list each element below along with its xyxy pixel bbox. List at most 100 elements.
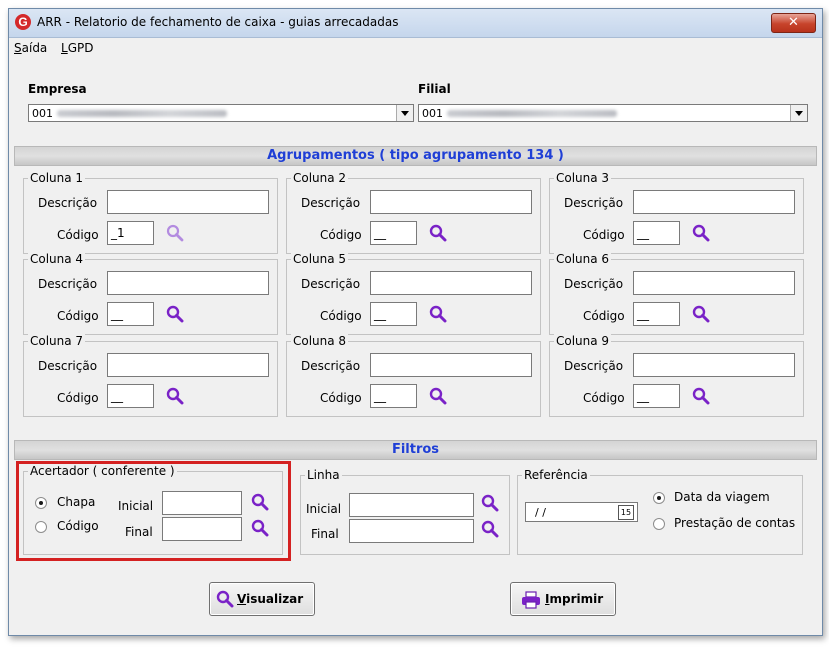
descricao-input[interactable] [107, 353, 269, 377]
chevron-down-icon[interactable] [790, 105, 807, 121]
descricao-input[interactable] [633, 353, 795, 377]
column-group-2: Coluna 2 Descrição Código __ [286, 171, 541, 254]
menu-saida-label: aída [21, 41, 48, 55]
column-title: Coluna 1 [28, 171, 86, 185]
descricao-label: Descrição [301, 359, 361, 373]
app-logo-icon: G [15, 14, 31, 30]
menu-saida[interactable]: Saída [14, 41, 47, 55]
magnifier-icon[interactable] [692, 224, 710, 242]
descricao-label: Descrição [301, 196, 361, 210]
codigo-label: Código [57, 391, 99, 405]
agrupamentos-header-text: Agrupamentos ( tipo agrupamento 134 ) [267, 148, 564, 163]
calendar-icon[interactable]: 15 [618, 505, 634, 520]
magnifier-icon[interactable] [692, 305, 710, 323]
radio-data-viagem-label: Data da viagem [674, 490, 770, 504]
magnifier-icon[interactable] [692, 387, 710, 405]
column-title: Coluna 3 [554, 171, 612, 185]
column-group-7: Coluna 7 Descrição Código __ [23, 334, 278, 417]
empresa-label: Empresa [28, 82, 87, 96]
app-window: G ARR - Relatorio de fechamento de caixa… [8, 8, 823, 636]
descricao-input[interactable] [107, 271, 269, 295]
menu-lgpd-accel: L [61, 41, 68, 55]
codigo-input[interactable]: __ [107, 384, 154, 408]
codigo-input[interactable]: __ [370, 384, 417, 408]
referencia-date-input[interactable]: / / 15 [525, 502, 638, 522]
empresa-select[interactable]: 001 [28, 104, 414, 122]
codigo-input[interactable]: __ [107, 302, 154, 326]
descricao-label: Descrição [564, 359, 624, 373]
descricao-label: Descrição [38, 277, 98, 291]
column-title: Coluna 4 [28, 252, 86, 266]
visualizar-button[interactable]: Visualizar [209, 582, 315, 616]
magnifier-icon[interactable] [166, 305, 184, 323]
menu-saida-accel: S [14, 41, 22, 55]
codigo-input[interactable]: __ [370, 302, 417, 326]
radio-prestacao-label: Prestação de contas [674, 516, 796, 530]
column-title: Coluna 7 [28, 334, 86, 348]
column-title: Coluna 5 [291, 252, 349, 266]
descricao-input[interactable] [370, 271, 532, 295]
column-title: Coluna 2 [291, 171, 349, 185]
codigo-input[interactable]: __ [633, 384, 680, 408]
filtros-header-text: Filtros [391, 442, 440, 457]
empresa-redacted [57, 110, 227, 117]
magnifier-icon[interactable] [166, 224, 184, 242]
linha-inicial-input[interactable] [349, 493, 474, 517]
descricao-input[interactable] [633, 190, 795, 214]
radio-data-viagem[interactable] [653, 492, 665, 504]
menu-lgpd-label: GPD [67, 41, 94, 55]
codigo-label: Código [583, 309, 625, 323]
descricao-label: Descrição [564, 196, 624, 210]
agrupamentos-header: Agrupamentos ( tipo agrupamento 134 ) [14, 146, 817, 166]
column-group-8: Coluna 8 Descrição Código __ [286, 334, 541, 417]
referencia-legend: Referência [522, 468, 590, 482]
descricao-label: Descrição [564, 277, 624, 291]
column-title: Coluna 8 [291, 334, 349, 348]
magnifier-icon[interactable] [481, 494, 499, 512]
linha-inicial-label: Inicial [306, 502, 342, 516]
radio-prestacao[interactable] [653, 518, 665, 530]
printer-icon [522, 591, 540, 609]
codigo-input[interactable]: __ [633, 221, 680, 245]
empresa-value: 001 [32, 107, 53, 120]
close-button[interactable]: ✕ [771, 13, 816, 33]
imprimir-label: Imprimir [545, 592, 603, 606]
descricao-input[interactable] [633, 271, 795, 295]
title-bar: G ARR - Relatorio de fechamento de caixa… [9, 9, 822, 38]
menu-lgpd[interactable]: LGPD [61, 41, 93, 55]
visualizar-label: Visualizar [237, 592, 303, 606]
codigo-input[interactable]: __ [633, 302, 680, 326]
magnifier-icon[interactable] [429, 387, 447, 405]
descricao-label: Descrição [301, 277, 361, 291]
magnifier-icon[interactable] [481, 520, 499, 538]
linha-final-input[interactable] [349, 519, 474, 543]
codigo-input[interactable]: __ [370, 221, 417, 245]
descricao-input[interactable] [370, 190, 532, 214]
column-title: Coluna 6 [554, 252, 612, 266]
filial-select[interactable]: 001 [418, 104, 808, 122]
filial-label: Filial [418, 82, 451, 96]
window-title: ARR - Relatorio de fechamento de caixa -… [37, 15, 399, 29]
filial-redacted [447, 110, 617, 117]
column-group-5: Coluna 5 Descrição Código __ [286, 252, 541, 335]
visualizar-accel: V [237, 592, 247, 606]
menu-bar: Saída LGPD [9, 38, 822, 58]
magnifier-icon[interactable] [166, 387, 184, 405]
descricao-label: Descrição [38, 359, 98, 373]
descricao-input[interactable] [370, 353, 532, 377]
codigo-label: Código [57, 309, 99, 323]
column-group-3: Coluna 3 Descrição Código __ [549, 171, 804, 254]
imprimir-button[interactable]: Imprimir [510, 582, 616, 616]
column-group-9: Coluna 9 Descrição Código __ [549, 334, 804, 417]
column-title: Coluna 9 [554, 334, 612, 348]
chevron-down-icon[interactable] [396, 105, 413, 121]
filial-value: 001 [422, 107, 443, 120]
magnifier-icon [216, 590, 234, 608]
descricao-input[interactable] [107, 190, 269, 214]
codigo-label: Código [583, 228, 625, 242]
magnifier-icon[interactable] [429, 224, 447, 242]
codigo-input[interactable]: _1 [107, 221, 154, 245]
imprimir-rest: mprimir [549, 592, 604, 606]
magnifier-icon[interactable] [429, 305, 447, 323]
column-group-1: Coluna 1 Descrição Código _1 [23, 171, 278, 254]
